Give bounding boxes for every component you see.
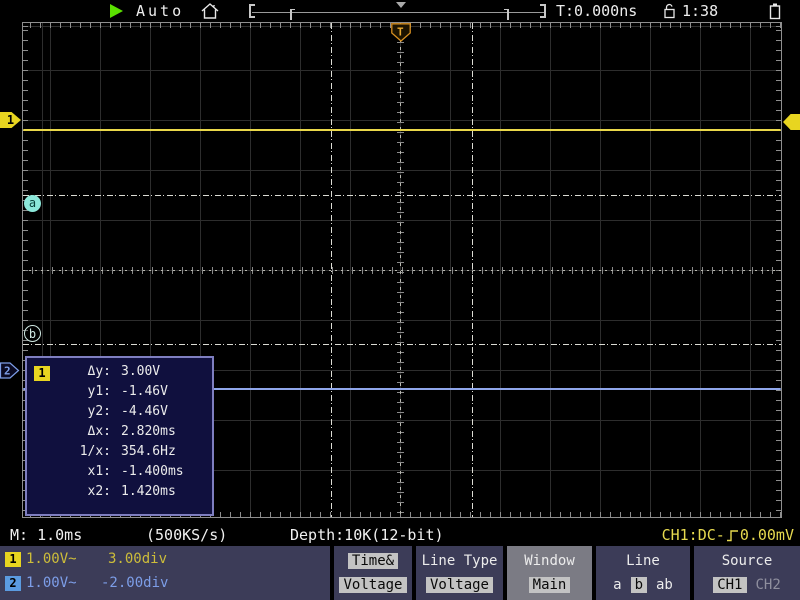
ch1-scale: 1.00V~ [26, 551, 77, 567]
ch2-badge: 2 [5, 576, 21, 591]
timebase-readout: M: 1.0ms [10, 526, 82, 544]
memory-start-bracket [249, 4, 255, 18]
line-option-a[interactable]: a [613, 577, 621, 593]
menu-item-time[interactable]: Time& [348, 553, 398, 569]
window-start-bracket[interactable] [290, 9, 295, 20]
ch2-position: -2.00div [101, 575, 168, 591]
svg-text:2: 2 [4, 365, 11, 378]
run-status-icon [110, 4, 123, 18]
window-position-icon[interactable] [396, 2, 406, 8]
line-title: Line [626, 553, 660, 569]
menu-item-voltage[interactable]: Voltage [339, 577, 406, 593]
meas-row-x2: x2: 1.420ms [27, 484, 212, 504]
ch1-position: 3.00div [108, 551, 167, 567]
line-option-ab[interactable]: ab [656, 577, 673, 593]
source-option-ch2[interactable]: CH2 [756, 577, 781, 593]
cursor-measurement-panel: 1 Δy: 3.00V y1: -1.46V y2: -4.46V Δx: 2.… [25, 356, 214, 516]
channel-badge: 1 [34, 366, 50, 381]
source-title: Source [722, 553, 773, 569]
menu-section-line-type: Line Type Voltage [416, 546, 503, 600]
oscilloscope-screen: Auto T:0.000ns 1:38 [0, 0, 800, 600]
ch1-badge: 1 [5, 552, 21, 567]
window-title: Window [524, 553, 575, 569]
line-options: a b ab [613, 577, 673, 593]
ch2-position-marker[interactable]: 2 [0, 362, 20, 379]
menu-section-line: Line a b ab [596, 546, 690, 600]
memory-end-bracket [540, 4, 546, 18]
cursor-x1-line[interactable] [331, 23, 332, 517]
memory-scrollbar[interactable] [252, 12, 544, 13]
battery-icon [766, 2, 784, 24]
meas-row-dy: Δy: 3.00V [27, 364, 212, 384]
cursor-y1-line[interactable] [23, 195, 781, 196]
window-end-bracket[interactable] [504, 9, 509, 20]
trigger-level-marker[interactable] [783, 114, 800, 130]
channel-info-panel: 1 1.00V~ 3.00div 2 1.00V~ -2.00div [0, 546, 330, 600]
status-bar: M: 1.0ms (500KS/s) Depth:10K(12-bit) CH1… [0, 522, 800, 546]
home-icon[interactable] [200, 2, 220, 24]
cursor-b-handle[interactable]: b [24, 325, 41, 342]
meas-row-freq: 1/x: 354.6Hz [27, 444, 212, 464]
window-value[interactable]: Main [529, 577, 571, 593]
sample-rate-readout: (500KS/s) [146, 526, 227, 544]
trigger-time-readout: T:0.000ns [556, 2, 637, 20]
meas-row-x1: x1: -1.400ms [27, 464, 212, 484]
rising-edge-icon [726, 528, 739, 543]
source-options: CH1 CH2 [713, 577, 781, 593]
menu-section-time-voltage: Time& Voltage [334, 546, 412, 600]
cursor-a-handle[interactable]: a [24, 195, 41, 212]
menu-section-window: Window Main [507, 546, 592, 600]
menu-section-source: Source CH1 CH2 [694, 546, 800, 600]
trigger-position-marker[interactable]: T [391, 23, 411, 42]
cursor-y2-line[interactable] [23, 344, 781, 345]
ch1-position-marker[interactable]: 1 [0, 112, 21, 128]
top-bar: Auto T:0.000ns 1:38 [0, 0, 800, 22]
ch2-scale: 1.00V~ [26, 575, 77, 591]
acquire-mode-label: Auto [136, 2, 184, 20]
line-type-title: Line Type [422, 553, 498, 569]
meas-row-dx: Δx: 2.820ms [27, 424, 212, 444]
meas-row-y2: y2: -4.46V [27, 404, 212, 424]
clock-readout: 1:38 [682, 2, 718, 20]
trigger-readout: CH1:DC- 0.00mV [662, 526, 794, 544]
cursor-x2-line[interactable] [472, 23, 473, 517]
ch2-info-row: 2 1.00V~ -2.00div [0, 575, 330, 593]
svg-text:T: T [397, 26, 404, 39]
ch1-info-row: 1 1.00V~ 3.00div [0, 551, 330, 569]
meas-row-y1: y1: -1.46V [27, 384, 212, 404]
ch1-trace [23, 129, 781, 131]
memory-depth-readout: Depth:10K(12-bit) [290, 526, 444, 544]
soft-menu-bar: 1 1.00V~ 3.00div 2 1.00V~ -2.00div Time&… [0, 546, 800, 600]
center-horizontal-line [23, 270, 781, 271]
line-type-value[interactable]: Voltage [426, 577, 493, 593]
source-option-ch1[interactable]: CH1 [713, 577, 746, 593]
unlock-icon [662, 3, 678, 23]
line-option-b[interactable]: b [631, 577, 647, 593]
